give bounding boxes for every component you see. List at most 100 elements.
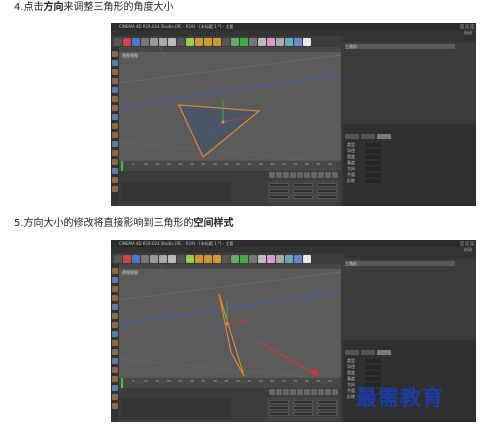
material-manager[interactable] [121, 181, 231, 203]
render-settings-icon[interactable] [222, 254, 230, 263]
mode-icon[interactable] [112, 150, 118, 156]
maximize-icon[interactable] [465, 24, 469, 29]
timeline[interactable]: 051015202530354045505560657075808590 [119, 378, 341, 388]
scene-icon[interactable] [276, 37, 284, 46]
close-icon[interactable] [470, 241, 474, 246]
playback-icon[interactable] [276, 172, 282, 178]
viewport-scene[interactable] [119, 264, 341, 378]
attribute-tabs[interactable] [345, 134, 391, 139]
coordinate-icon[interactable] [195, 37, 203, 46]
mode-icon[interactable] [112, 186, 118, 192]
playback-icon[interactable] [325, 389, 331, 395]
redo-icon[interactable] [123, 254, 131, 263]
mode-icon[interactable] [112, 96, 118, 102]
render-view-icon[interactable] [213, 254, 221, 263]
mode-icon[interactable] [112, 114, 118, 120]
redo-icon[interactable] [123, 37, 131, 46]
undo-icon[interactable] [114, 37, 122, 46]
playback-icon[interactable] [269, 172, 275, 178]
coord-field[interactable] [317, 195, 337, 199]
playback-icon[interactable] [283, 172, 289, 178]
attribute-tabs[interactable] [345, 350, 391, 355]
coord-field[interactable] [317, 183, 337, 187]
y-axis-icon[interactable] [177, 37, 185, 46]
mode-icon[interactable] [112, 340, 118, 346]
playback-icon[interactable] [297, 172, 303, 178]
mode-icon[interactable] [112, 277, 118, 283]
coord-field[interactable] [317, 412, 337, 416]
nurbs-icon[interactable] [258, 37, 266, 46]
minimize-icon[interactable] [460, 241, 464, 246]
material-manager[interactable] [121, 398, 231, 420]
attribute-field[interactable] [365, 370, 381, 375]
attribute-tab[interactable] [377, 350, 391, 355]
attribute-field[interactable] [365, 142, 381, 147]
tag-icon[interactable] [303, 254, 311, 263]
coord-field[interactable] [269, 189, 289, 193]
maximize-icon[interactable] [465, 241, 469, 246]
object-manager-menu[interactable] [343, 253, 476, 259]
timeline[interactable]: 051015202530354045505560657075808590 [119, 161, 341, 171]
playback-icon[interactable] [332, 389, 338, 395]
playback-icon[interactable] [311, 172, 317, 178]
playback-icon[interactable] [318, 172, 324, 178]
playback-icon[interactable] [297, 389, 303, 395]
playback-icon[interactable] [290, 389, 296, 395]
coord-field[interactable] [293, 412, 313, 416]
coord-field[interactable] [269, 183, 289, 187]
coord-field[interactable] [293, 183, 313, 187]
mode-icon[interactable] [112, 322, 118, 328]
attribute-field[interactable] [365, 148, 381, 153]
scale-tool-icon[interactable] [150, 37, 158, 46]
coordinate-manager[interactable] [267, 398, 339, 420]
attribute-field[interactable] [365, 178, 381, 183]
z-axis-icon[interactable] [186, 254, 194, 263]
light-icon[interactable] [294, 37, 302, 46]
pen-icon[interactable] [240, 37, 248, 46]
playhead-marker[interactable] [121, 378, 123, 388]
perspective-viewport[interactable]: 透视视图 [119, 47, 341, 161]
spline-icon[interactable] [249, 254, 257, 263]
object-manager-menu[interactable] [343, 36, 476, 42]
left-toolbar[interactable] [111, 47, 119, 206]
attribute-field[interactable] [365, 364, 381, 369]
mode-icon[interactable] [112, 385, 118, 391]
deformer-icon[interactable] [267, 254, 275, 263]
coord-field[interactable] [269, 406, 289, 410]
coord-field[interactable] [317, 406, 337, 410]
playback-icon[interactable] [318, 389, 324, 395]
undo-icon[interactable] [114, 254, 122, 263]
attribute-field[interactable] [365, 376, 381, 381]
coordinate-manager[interactable] [267, 181, 339, 203]
minimize-icon[interactable] [460, 24, 464, 29]
attribute-tab[interactable] [361, 134, 375, 139]
left-toolbar[interactable] [111, 264, 119, 422]
attribute-tab[interactable] [345, 350, 359, 355]
playback-icon[interactable] [276, 389, 282, 395]
mode-icon[interactable] [112, 331, 118, 337]
mode-icon[interactable] [112, 60, 118, 66]
camera-icon[interactable] [285, 37, 293, 46]
x-axis-icon[interactable] [168, 37, 176, 46]
mode-icon[interactable] [112, 367, 118, 373]
mode-icon[interactable] [112, 51, 118, 57]
coord-field[interactable] [269, 195, 289, 199]
mode-icon[interactable] [112, 358, 118, 364]
coord-field[interactable] [317, 400, 337, 404]
mode-icon[interactable] [112, 313, 118, 319]
mode-icon[interactable] [112, 349, 118, 355]
mode-icon[interactable] [112, 295, 118, 301]
attribute-field[interactable] [365, 154, 381, 159]
perspective-viewport[interactable]: 透视视图 [119, 264, 341, 378]
cube-icon[interactable] [231, 37, 239, 46]
render-icon[interactable] [204, 254, 212, 263]
camera-icon[interactable] [285, 254, 293, 263]
rotate-tool-icon[interactable] [159, 37, 167, 46]
mode-icon[interactable] [112, 105, 118, 111]
mode-icon[interactable] [112, 123, 118, 129]
playback-icon[interactable] [269, 389, 275, 395]
coord-field[interactable] [293, 195, 313, 199]
playback-icon[interactable] [304, 389, 310, 395]
coord-field[interactable] [269, 412, 289, 416]
z-axis-icon[interactable] [186, 37, 194, 46]
